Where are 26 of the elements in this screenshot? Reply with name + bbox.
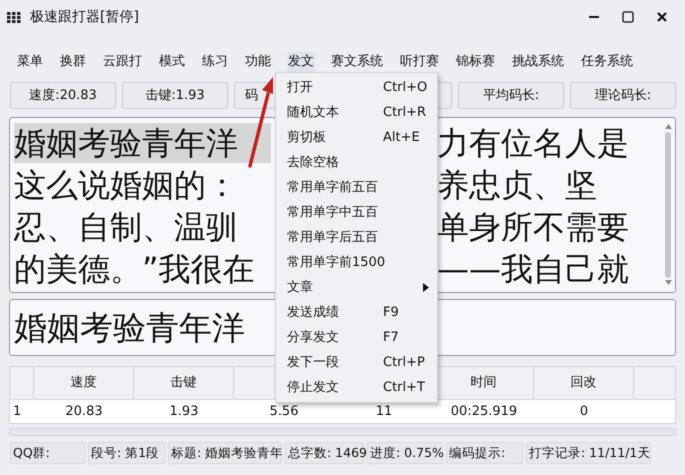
table-cell-text: 5.56 (270, 403, 298, 422)
source-text-line: ——我自己就 (437, 249, 629, 289)
table-cell-text: 0 (580, 403, 588, 422)
status-field: QQ群: (10, 442, 85, 464)
status-field: 总字数: 1469 (285, 442, 364, 464)
status-field: 段号: 第1段 (88, 442, 165, 464)
source-text-line: 力有位名人是 (437, 123, 629, 163)
source-text-line: 的美德。”我很在 (14, 249, 256, 289)
table-cell-text: 00:25.919 (450, 403, 518, 422)
table-cell-text: 11 (376, 403, 392, 422)
source-text-line: 单身所不需要 (437, 207, 629, 247)
status-field: 标题: 婚姻考验青年 (168, 442, 282, 464)
status-field: 打字记录: 11/11/1天 (526, 442, 651, 464)
column-header: 速度 (70, 374, 96, 392)
source-text-line: 这么说婚姻的： (14, 165, 239, 205)
column-header: 击键 (170, 374, 196, 392)
table-cell-text: 1 (13, 403, 22, 422)
column-header: 回改 (570, 374, 596, 392)
status-field: 编码提示: (446, 442, 523, 464)
status-field: 进度: 0.75% (367, 442, 443, 464)
table-cell-text: 20.83 (65, 403, 103, 422)
table-cell-text: 1.93 (170, 403, 198, 422)
source-text-line: 忍、自制、温驯 (14, 207, 239, 247)
column-header: 时间 (470, 374, 496, 392)
source-text-line: 养忠贞、坚 (437, 165, 597, 205)
window-title: 极速跟打器[暂停] (30, 8, 139, 26)
